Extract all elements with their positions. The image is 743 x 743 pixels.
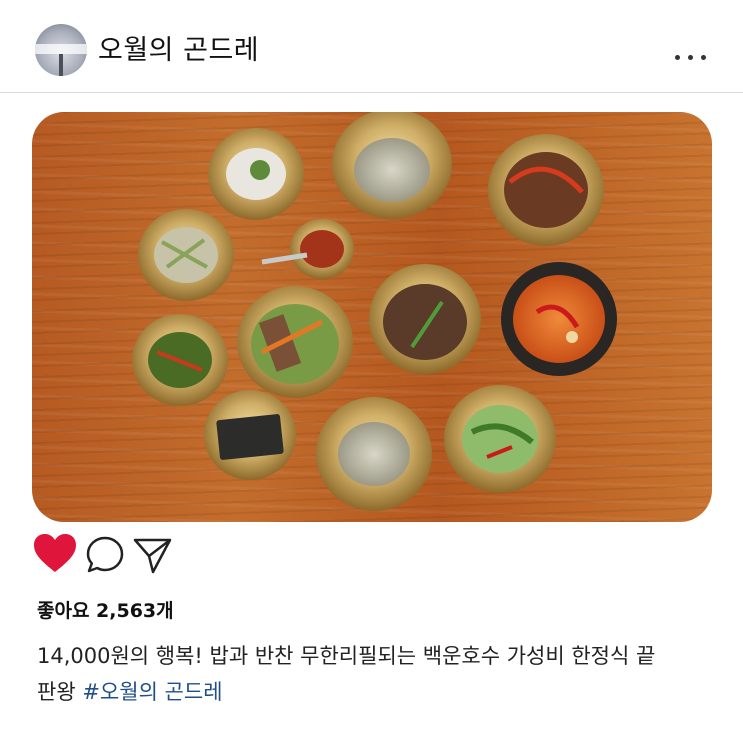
likes-count[interactable]: 좋아요 2,563개: [37, 596, 174, 623]
post-actions: [33, 533, 233, 579]
post-photo[interactable]: [32, 112, 712, 522]
heart-icon[interactable]: [33, 533, 77, 575]
caption-line-2: 판왕 #오월의 곤드레: [37, 674, 717, 710]
post-header: 오월의 곤드레: [0, 0, 743, 92]
hashtag-link[interactable]: #오월의 곤드레: [82, 680, 222, 704]
header-divider: [0, 92, 743, 93]
more-dots-icon[interactable]: [672, 30, 712, 60]
send-icon[interactable]: [133, 537, 173, 575]
caption-line-1: 14,000원의 행복! 밥과 반찬 무한리필되는 백운호수 가성비 한정식 끝: [37, 644, 656, 668]
caption-text: 판왕: [37, 680, 76, 704]
food-spread-illustration: [132, 112, 617, 511]
comment-bubble-icon[interactable]: [85, 535, 125, 575]
username[interactable]: 오월의 곤드레: [98, 28, 259, 67]
avatar[interactable]: [35, 24, 87, 76]
post-caption: 14,000원의 행복! 밥과 반찬 무한리필되는 백운호수 가성비 한정식 끝…: [37, 638, 717, 710]
